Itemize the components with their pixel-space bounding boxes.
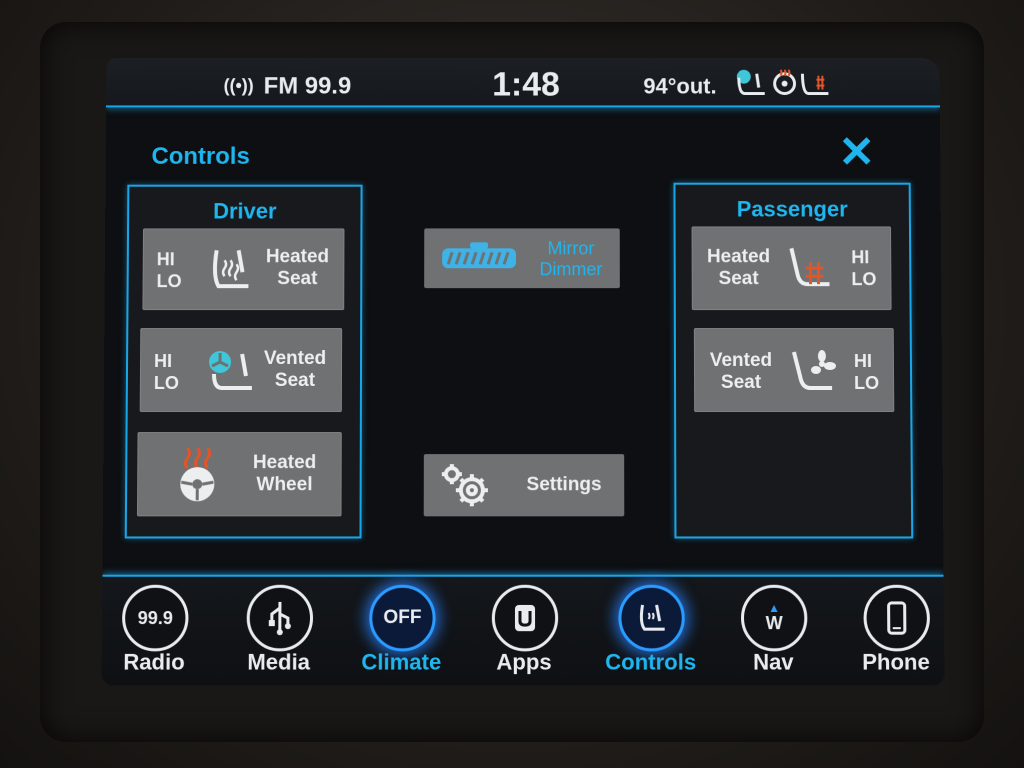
heated-wheel-icon	[171, 446, 223, 504]
climate-off-icon: OFF	[369, 584, 436, 652]
passenger-panel: Passenger HeatedSeat HI LO VentedSeat	[673, 182, 914, 539]
driver-heated-seat-lo: LO	[156, 271, 182, 292]
heated-wheel-button[interactable]: Heated Wheel	[136, 432, 342, 517]
nav-media-label: Media	[247, 649, 311, 675]
passenger-title: Passenger	[736, 196, 848, 222]
nav-media[interactable]: Media	[230, 584, 327, 682]
passenger-vented-seat-label-2: Seat	[720, 371, 762, 394]
gear-icon	[440, 462, 494, 510]
passenger-heated-seat-label-1: Heated	[706, 246, 771, 268]
status-icons	[735, 68, 835, 103]
passenger-vented-seat-hi: HI	[853, 351, 873, 371]
nav-controls-label: Controls	[605, 649, 697, 675]
driver-title: Driver	[213, 198, 277, 224]
heated-wheel-status-icon	[775, 70, 795, 94]
passenger-heated-seat-label-2: Seat	[718, 268, 759, 290]
passenger-heated-seat-icon	[783, 244, 835, 296]
outside-temperature: 94°out.	[643, 73, 717, 99]
nav-phone-label: Phone	[862, 649, 930, 675]
mirror-dimmer-label-1: Mirror	[547, 238, 595, 259]
driver-heated-seat-label-2: Seat	[277, 268, 318, 290]
passenger-vented-seat-icon	[792, 350, 837, 390]
heated-wheel-label-1: Heated	[252, 452, 317, 474]
clock: 1:48	[492, 65, 560, 104]
nav-climate[interactable]: OFF Climate	[353, 584, 450, 682]
climate-icon-text: OFF	[383, 606, 422, 629]
radio-icon-text: 99.9	[137, 607, 173, 628]
vented-seat-status-icon	[737, 70, 765, 94]
driver-vented-seat-lo: LO	[153, 372, 179, 394]
nav-phone[interactable]: Phone	[847, 584, 944, 682]
driver-vented-seat-label-2: Seat	[274, 370, 316, 392]
passenger-heated-seat-hi: HI	[851, 247, 870, 268]
apps-icon	[491, 584, 559, 652]
mirror-dimmer-label-2: Dimmer	[539, 259, 603, 280]
passenger-heated-seat-lo: LO	[851, 269, 877, 290]
touchscreen: ((•)) FM 99.9 1:48 94°out. Controls ✕ Dr…	[101, 57, 945, 686]
antenna-icon: ((•))	[223, 75, 254, 96]
radio-station: FM 99.9	[263, 72, 352, 100]
nav-radio[interactable]: 99.9 Radio	[106, 584, 203, 682]
heated-seat-status-icon	[802, 74, 828, 94]
close-button[interactable]: ✕	[837, 128, 877, 177]
heated-seat-icon	[213, 250, 249, 289]
bottom-nav-bar: 99.9 Radio Media OFF Climate Apps Contro…	[101, 574, 945, 686]
settings-button[interactable]: Settings	[423, 454, 625, 517]
driver-vented-seat-label-1: Vented	[263, 348, 327, 370]
status-seat-icons	[735, 68, 835, 98]
driver-panel: Driver HI LO Heated Seat HI LO Vented Seat	[124, 184, 363, 539]
driver-heated-seat-hi: HI	[156, 249, 175, 270]
nav-climate-label: Climate	[361, 649, 442, 675]
nav-controls[interactable]: Controls	[602, 584, 699, 682]
driver-heated-seat-label-1: Heated	[265, 246, 330, 268]
nav-apps-label: Apps	[496, 649, 552, 675]
radio-icon: 99.9	[121, 584, 189, 652]
nav-apps[interactable]: Apps	[476, 584, 573, 682]
driver-vented-seat-hi: HI	[153, 351, 173, 371]
passenger-vented-seat-button[interactable]: Vented Seat HI LO	[693, 328, 895, 413]
status-radio[interactable]: ((•)) FM 99.9	[224, 73, 352, 101]
driver-vented-seat-button[interactable]: HI LO Vented Seat	[139, 328, 343, 413]
nav-radio-label: Radio	[123, 649, 185, 675]
settings-label: Settings	[526, 474, 602, 496]
passenger-vented-seat-lo: LO	[854, 372, 880, 394]
compass-icon-text: W	[765, 612, 783, 633]
passenger-heated-seat-button[interactable]: Heated Seat HI LO	[691, 226, 892, 311]
heated-wheel-label-2: Wheel	[256, 474, 313, 496]
vented-seat-icon	[209, 351, 252, 390]
phone-icon	[863, 584, 931, 652]
nav-nav-label: Nav	[753, 649, 794, 675]
mirror-dimmer-button[interactable]: Mirror Dimmer	[424, 228, 620, 289]
mirror-icon	[440, 242, 517, 272]
usb-icon	[246, 584, 314, 652]
passenger-vented-seat-label-1: Vented	[709, 350, 773, 371]
nav-nav[interactable]: ▲ W Nav	[725, 584, 822, 682]
page-title: Controls	[151, 143, 250, 170]
driver-heated-seat-button[interactable]: HI LO Heated Seat	[142, 228, 345, 311]
status-bar: ((•)) FM 99.9 1:48 94°out.	[106, 57, 940, 108]
controls-seat-icon	[618, 584, 685, 652]
compass-icon: ▲ W	[740, 584, 808, 652]
